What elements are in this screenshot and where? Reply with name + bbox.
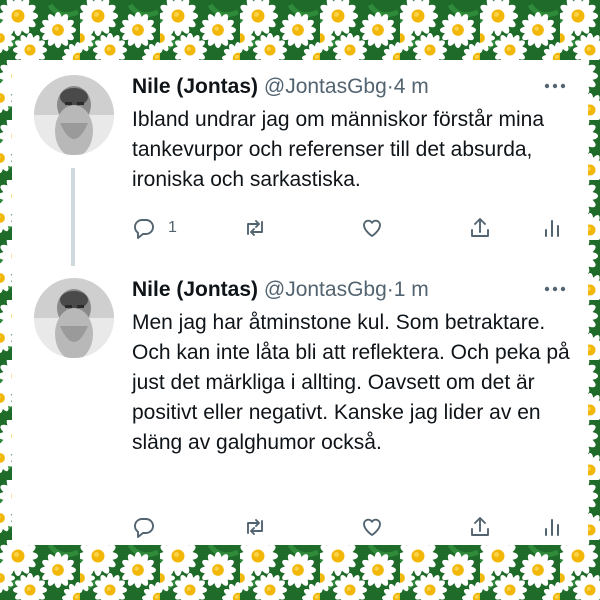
reply-button[interactable] [132,512,156,542]
avatar-photo [34,75,114,155]
retweet-button[interactable] [243,512,267,542]
tweet-text: Men jag har åtminstone kul. Som betrakta… [132,311,570,454]
like-button[interactable] [360,213,384,243]
tweet[interactable]: Nile (Jontas) @JontasGbg·4 m Ibland undr… [12,60,588,266]
thread-line [71,168,75,266]
retweet-icon [247,220,263,236]
tweet-header: Nile (Jontas) @JontasGbg·1 m [132,277,429,303]
author-handle[interactable]: @JontasGbg [264,278,387,301]
stats-icon [545,220,559,237]
like-icon [363,518,381,536]
tweet-header: Nile (Jontas) @JontasGbg·4 m [132,74,429,100]
avatar[interactable] [34,278,114,358]
stats-button[interactable] [540,213,564,243]
share-button[interactable] [468,512,492,542]
reply-icon [134,219,154,239]
share-icon [471,517,489,536]
author-name[interactable]: Nile (Jontas) [132,278,258,301]
more-icon[interactable] [540,74,570,98]
avatar-photo [34,278,114,358]
like-icon [363,219,381,237]
stats-button[interactable] [540,512,564,542]
retweet-button[interactable] [243,213,267,243]
reply-button[interactable]: 1 [132,213,177,243]
like-button[interactable] [360,512,384,542]
timestamp[interactable]: 4 m [394,75,429,98]
author-name[interactable]: Nile (Jontas) [132,75,258,98]
tweet-text: Ibland undrar jag om människor förstår m… [132,108,545,191]
tweet-actions: 1 [132,213,572,243]
reply-count: 1 [168,219,177,236]
separator: · [386,278,394,301]
avatar[interactable] [34,75,114,155]
more-icon[interactable] [540,277,570,301]
timestamp[interactable]: 1 m [394,278,429,301]
share-button[interactable] [468,213,492,243]
separator: · [386,75,394,98]
stats-icon [545,519,559,536]
tweet-actions [132,512,572,542]
share-icon [471,218,489,237]
tweet-thread-card: Nile (Jontas) @JontasGbg·4 m Ibland undr… [12,60,588,545]
author-handle[interactable]: @JontasGbg [264,75,387,98]
reply-icon [134,518,154,538]
retweet-icon [247,519,263,535]
tweet[interactable]: Nile (Jontas) @JontasGbg·1 m Men jag har… [12,265,588,545]
